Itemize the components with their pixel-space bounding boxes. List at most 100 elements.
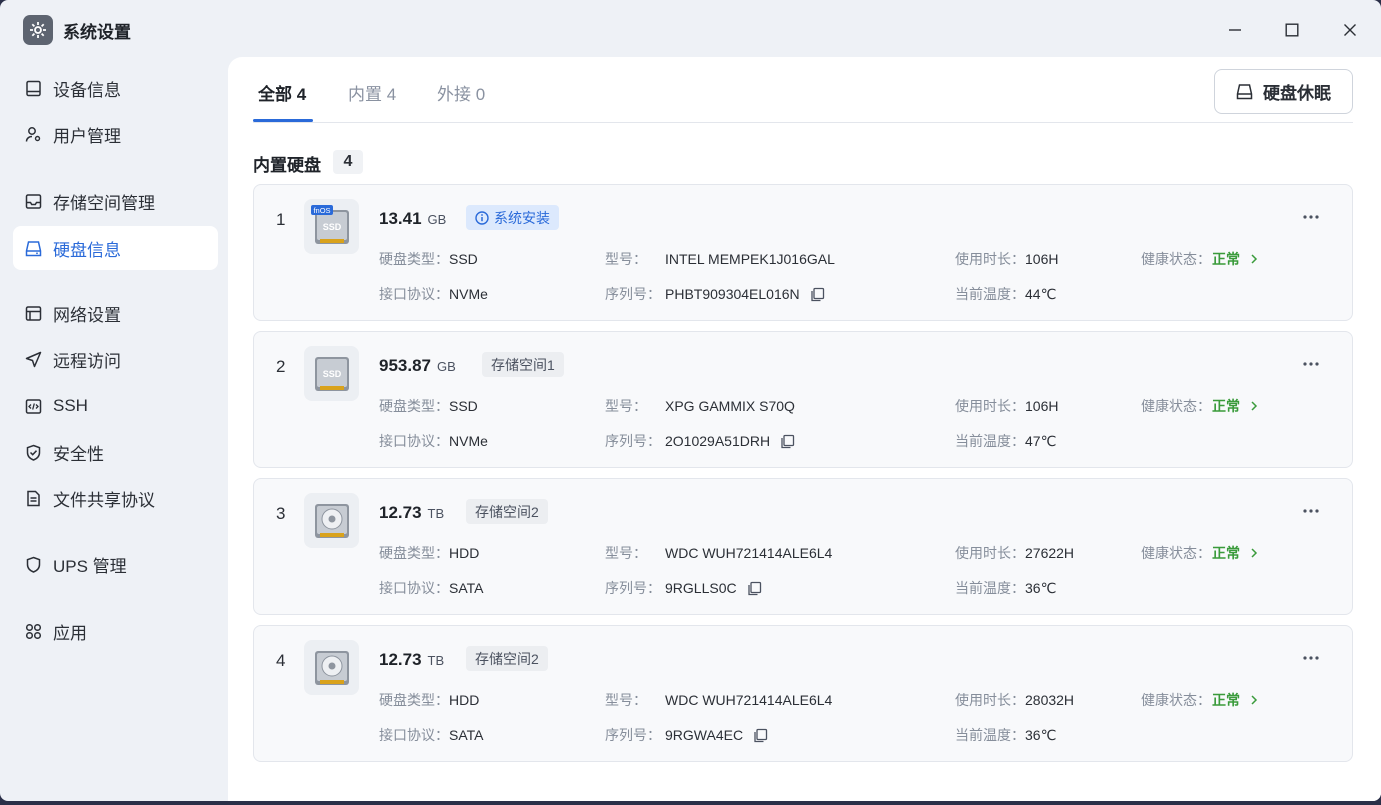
- more-options-icon[interactable]: [1300, 648, 1322, 668]
- tab-internal[interactable]: 内置 4: [348, 80, 396, 105]
- tab-external[interactable]: 外接 0: [437, 80, 485, 105]
- disk-health-row[interactable]: 健康状态： 正常: [1141, 396, 1258, 416]
- hdd-icon: [304, 493, 359, 548]
- sidebar-item-storage-management[interactable]: 存储空间管理: [13, 179, 218, 223]
- field-label: 接口协议：: [379, 580, 449, 596]
- capacity-unit: GB: [427, 212, 447, 227]
- badge-label: 存储空间2: [475, 650, 539, 667]
- disk-serial-row: 序列号： 9RGWA4EC: [605, 725, 768, 745]
- capacity-value: 12.73: [379, 503, 422, 522]
- field-label: 型号：: [605, 545, 647, 561]
- capacity-value: 12.73: [379, 650, 422, 669]
- field-label: 使用时长：: [955, 545, 1025, 561]
- sidebar-item-label: 远程访问: [53, 351, 121, 371]
- health-status-value: 正常: [1212, 251, 1240, 267]
- disk-index: 1: [276, 210, 286, 229]
- badge-label: 存储空间2: [475, 503, 539, 520]
- field-label: 使用时长：: [955, 692, 1025, 708]
- more-options-icon[interactable]: [1300, 207, 1322, 227]
- title-bar: 系统设置: [0, 0, 1381, 60]
- disk-type-row: 硬盘类型： HDD: [379, 690, 479, 710]
- window-title: 系统设置: [63, 23, 131, 42]
- maximize-button[interactable]: [1278, 16, 1306, 44]
- chevron-right-icon: [1250, 253, 1258, 265]
- disk-interface-value: NVMe: [449, 433, 488, 449]
- disk-model-row: 型号： INTEL MEMPEK1J016GAL: [605, 249, 835, 269]
- network-icon: [24, 304, 42, 322]
- field-label: 当前温度：: [955, 580, 1025, 596]
- inbox-icon: [24, 192, 42, 210]
- sidebar-item-network-settings[interactable]: 网络设置: [13, 291, 218, 335]
- disk-usage-row: 使用时长： 106H: [955, 249, 1058, 269]
- more-options-icon[interactable]: [1300, 501, 1322, 521]
- sidebar-item-apps[interactable]: 应用: [13, 609, 218, 653]
- minimize-button[interactable]: [1221, 16, 1249, 44]
- disk-usage-row: 使用时长： 28032H: [955, 690, 1074, 710]
- storage-pool-badge: 存储空间2: [466, 646, 548, 671]
- field-label: 当前温度：: [955, 727, 1025, 743]
- sidebar-item-remote-access[interactable]: 远程访问: [13, 337, 218, 381]
- close-button[interactable]: [1336, 16, 1364, 44]
- copy-icon[interactable]: [810, 287, 825, 302]
- send-icon: [24, 350, 42, 368]
- sidebar-item-device-info[interactable]: 设备信息: [13, 66, 218, 110]
- hdd-icon: [304, 640, 359, 695]
- field-label: 当前温度：: [955, 433, 1025, 449]
- sidebar-item-label: 硬盘信息: [53, 240, 121, 260]
- disk-type-value: SSD: [449, 398, 478, 414]
- system-install-badge: 系统安装: [466, 205, 559, 230]
- apps-icon: [24, 622, 42, 640]
- health-status-value: 正常: [1212, 398, 1240, 414]
- disk-capacity: 12.73 TB: [379, 503, 444, 523]
- sidebar-item-ssh[interactable]: SSH: [13, 384, 218, 428]
- disk-health-row[interactable]: 健康状态： 正常: [1141, 690, 1258, 710]
- disk-temp-row: 当前温度： 44℃: [955, 284, 1056, 304]
- tab-bar: 全部 4 内置 4 外接 0: [253, 57, 1353, 123]
- section-count: 4: [333, 150, 363, 174]
- disk-sleep-label: 硬盘休眠: [1263, 84, 1331, 103]
- field-label: 健康状态：: [1141, 251, 1211, 267]
- sidebar-item-file-sharing[interactable]: 文件共享协议: [13, 476, 218, 520]
- sidebar-item-user-management[interactable]: 用户管理: [13, 112, 218, 156]
- disk-usage-value: 106H: [1025, 398, 1059, 414]
- disk-index: 2: [276, 357, 286, 376]
- sidebar-item-ups[interactable]: UPS 管理: [13, 542, 218, 586]
- disk-interface-row: 接口协议： SATA: [379, 725, 484, 745]
- copy-icon[interactable]: [747, 581, 762, 596]
- field-label: 硬盘类型：: [379, 398, 449, 414]
- field-label: 硬盘类型：: [379, 692, 449, 708]
- info-icon: [475, 210, 489, 225]
- disk-card: 1 fnOS SSD 13.41 GB 系统安装 硬盘类型： SSD 型号： I…: [253, 184, 1353, 321]
- health-status-value: 正常: [1212, 545, 1240, 561]
- disk-interface-value: NVMe: [449, 286, 488, 302]
- disk-sleep-button[interactable]: 硬盘休眠: [1214, 69, 1353, 114]
- field-label: 硬盘类型：: [379, 251, 449, 267]
- disk-interface-value: SATA: [449, 580, 484, 596]
- sidebar: 设备信息 用户管理 存储空间管理 硬盘信息 网络设置 远程访问 SSH 安全性: [0, 60, 228, 801]
- disk-usage-value: 106H: [1025, 251, 1059, 267]
- badge-label: 系统安装: [494, 209, 550, 226]
- tab-all[interactable]: 全部 4: [258, 80, 306, 105]
- more-options-icon[interactable]: [1300, 354, 1322, 374]
- sidebar-item-disk-info[interactable]: 硬盘信息: [13, 226, 218, 270]
- disk-health-row[interactable]: 健康状态： 正常: [1141, 249, 1258, 269]
- copy-icon[interactable]: [780, 434, 795, 449]
- chevron-right-icon: [1250, 694, 1258, 706]
- sidebar-item-security[interactable]: 安全性: [13, 430, 218, 474]
- disk-health-row[interactable]: 健康状态： 正常: [1141, 543, 1258, 563]
- disk-model-value: XPG GAMMIX S70Q: [665, 398, 795, 414]
- sidebar-item-label: 设备信息: [53, 80, 121, 100]
- copy-icon[interactable]: [753, 728, 768, 743]
- field-label: 使用时长：: [955, 398, 1025, 414]
- disk-capacity: 13.41 GB: [379, 209, 446, 229]
- disk-interface-row: 接口协议： NVMe: [379, 284, 488, 304]
- disk-type-value: HDD: [449, 692, 480, 708]
- disk-usage-row: 使用时长： 106H: [955, 396, 1058, 416]
- sidebar-item-label: 网络设置: [53, 305, 121, 325]
- sidebar-item-label: 安全性: [53, 444, 104, 464]
- disk-capacity: 12.73 TB: [379, 650, 444, 670]
- field-label: 序列号：: [605, 580, 661, 596]
- sidebar-item-label: 存储空间管理: [53, 193, 155, 213]
- field-label: 序列号：: [605, 286, 661, 302]
- capacity-value: 13.41: [379, 209, 422, 228]
